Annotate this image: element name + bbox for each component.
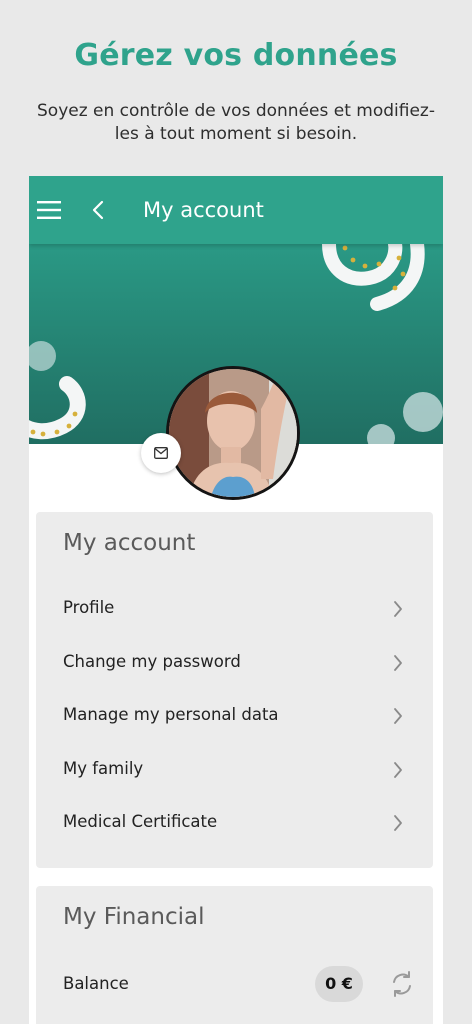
balance-value: 0 € <box>315 966 363 1002</box>
promo-title: Gérez vos données <box>74 38 398 73</box>
list-item-label: Medical Certificate <box>63 812 218 831</box>
list-item-personal-data[interactable]: Manage my personal data <box>36 693 433 739</box>
account-card: My account Profile Change my password Ma… <box>36 512 433 868</box>
chevron-right-icon <box>394 708 402 724</box>
app-screen: My account My account Profile Change my … <box>29 176 443 1024</box>
chevron-right-icon <box>394 762 402 778</box>
list-item-profile[interactable]: Profile <box>36 586 433 632</box>
promo-subtitle: Soyez en contrôle de vos données et modi… <box>37 101 435 144</box>
list-item-medical-certificate[interactable]: Medical Certificate <box>36 800 433 846</box>
balance-label: Balance <box>63 974 129 993</box>
page-title: My account <box>143 198 264 222</box>
chevron-right-icon <box>394 655 402 671</box>
back-chevron-icon[interactable] <box>89 200 109 220</box>
financial-card: My Financial Balance 0 € <box>36 886 433 1024</box>
list-item-label: Profile <box>63 598 115 617</box>
list-item-label: Manage my personal data <box>63 705 279 724</box>
menu-icon[interactable] <box>37 200 61 220</box>
list-item-change-password[interactable]: Change my password <box>36 640 433 686</box>
top-app-bar: My account <box>29 176 443 244</box>
mail-icon <box>154 447 168 459</box>
mail-button[interactable] <box>141 433 181 473</box>
refresh-button[interactable] <box>388 970 416 998</box>
account-card-title: My account <box>63 530 196 556</box>
list-item-family[interactable]: My family <box>36 747 433 793</box>
refresh-icon <box>393 971 411 997</box>
financial-card-title: My Financial <box>63 904 205 930</box>
list-item-label: Change my password <box>63 652 241 671</box>
avatar[interactable] <box>166 366 300 500</box>
chevron-right-icon <box>394 815 402 831</box>
list-item-label: My family <box>63 759 144 778</box>
chevron-right-icon <box>394 601 402 617</box>
avatar-photo <box>169 369 297 497</box>
